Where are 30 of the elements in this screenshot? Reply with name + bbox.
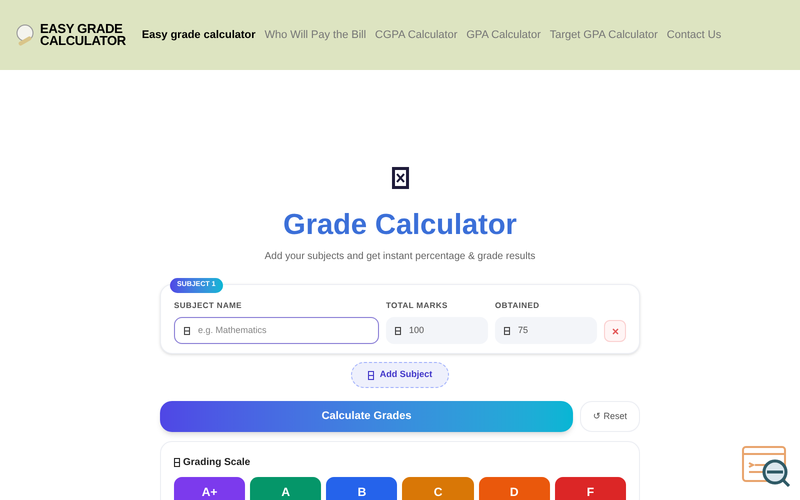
grade-tile: C [402,477,474,500]
nav-link[interactable]: CGPA Calculator [375,26,458,44]
grade-tile: B [326,477,398,500]
input-field[interactable]: e.g. Mathematics [174,317,379,344]
nav-link[interactable]: Easy grade calculator [142,26,256,44]
page-title: Grade Calculator [283,208,517,243]
nav-link[interactable]: Target GPA Calculator [550,26,658,44]
grade-tile: D [478,477,550,500]
calculate-grades-button[interactable]: Calculate Grades [160,401,573,432]
close-box-icon [392,167,408,189]
nav-link[interactable]: Contact Us [666,26,722,44]
add-subject-button[interactable]: Add Subject [350,362,450,388]
field-label: OBTAINED [495,300,540,312]
input-field[interactable]: 100 [386,317,488,344]
close-icon [612,328,618,334]
grade-tile: A [250,477,322,500]
field-label: SUBJECT NAME [174,300,243,312]
grading-scale-heading: Grading Scale [183,456,250,470]
remove-button[interactable] [604,320,626,342]
reset-button[interactable]: ↺ Reset [580,401,640,432]
field-label: TOTAL MARKS [386,300,449,312]
input-field[interactable]: 75 [495,317,597,344]
logo-text: CALCULATOR [40,35,126,47]
web-search-icon [741,445,791,489]
nav-link[interactable]: GPA Calculator [466,26,541,44]
nav-link[interactable]: Who Will Pay the Bill [264,26,366,44]
page-subtitle: Add your subjects and get instant percentage & grade results [264,250,536,264]
grade-tile: A+ [174,477,246,500]
logo-text: EASY GRADE [40,23,122,35]
grade-tile: F [554,477,626,500]
